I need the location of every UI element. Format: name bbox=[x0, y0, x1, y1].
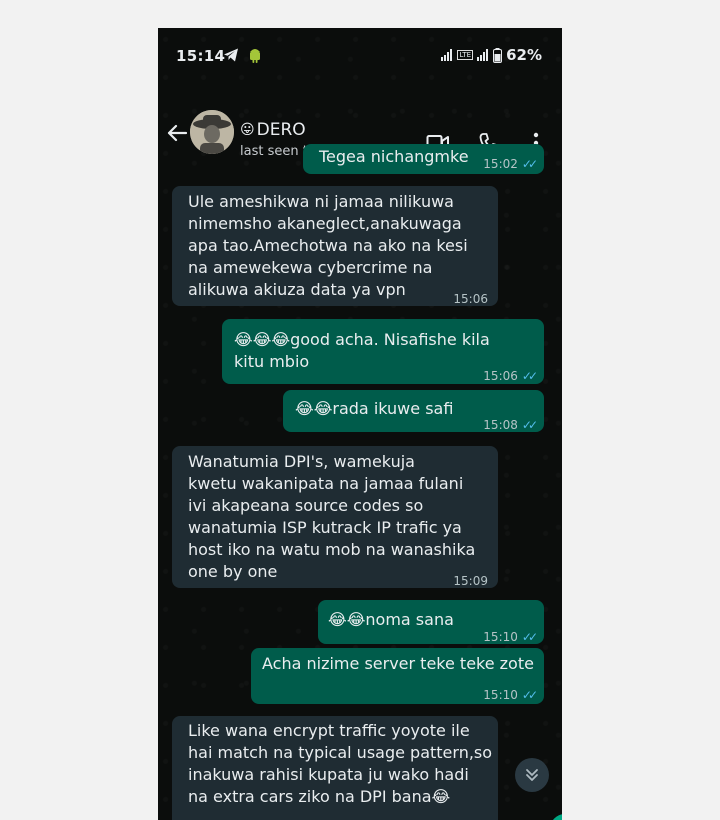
message-text: Acha nizime server teke teke zote bbox=[262, 654, 534, 673]
scroll-to-bottom-button[interactable] bbox=[515, 758, 549, 792]
read-ticks-icon: ✓✓ bbox=[521, 157, 538, 171]
message-meta: 15:02 ✓✓ bbox=[483, 153, 538, 175]
read-ticks-icon: ✓✓ bbox=[521, 688, 538, 702]
message-text: Wanatumia DPI's, wamekuja kwetu wakanipa… bbox=[188, 452, 476, 581]
message-bubble[interactable]: Like wana encrypt traffic yoyote ile hai… bbox=[172, 716, 498, 820]
message-meta: 15:06 ✓✓ bbox=[483, 365, 538, 387]
message-time: 15:10 bbox=[483, 688, 518, 702]
message-bubble[interactable]: Acha nizime server teke teke zote 15:10 … bbox=[251, 648, 544, 704]
message-text: 😂😂rada ikuwe safi bbox=[295, 399, 454, 418]
message-time: 15:02 bbox=[483, 157, 518, 171]
message-bubble[interactable]: Wanatumia DPI's, wamekuja kwetu wakanipa… bbox=[172, 446, 498, 588]
message-time: 15:06 bbox=[483, 369, 518, 383]
message-time: 15:08 bbox=[483, 418, 518, 432]
phone-screen: 15:14 LTE 62% 😛 DERO last seen Tegea nic… bbox=[158, 28, 562, 820]
message-text: Ule ameshikwa ni jamaa nilikuwa nimemsho… bbox=[188, 192, 468, 299]
message-bubble[interactable]: 😂😂noma sana 15:10 ✓✓ bbox=[318, 600, 544, 644]
message-text: Like wana encrypt traffic yoyote ile hai… bbox=[188, 721, 493, 806]
scroll-down-icon bbox=[526, 769, 538, 781]
message-text: 😂😂😂good acha. Nisafishe kila kitu mbio bbox=[234, 330, 490, 371]
message-meta: 15:10 ✓✓ bbox=[483, 684, 538, 706]
message-time: 15:06 bbox=[453, 292, 488, 306]
send-fab-edge[interactable] bbox=[550, 814, 562, 820]
message-meta: 15:09 bbox=[453, 570, 488, 592]
message-text: 😂😂noma sana bbox=[328, 610, 454, 629]
message-meta: 15:06 bbox=[453, 288, 488, 310]
message-meta: 15:08 ✓✓ bbox=[483, 414, 538, 436]
message-bubble[interactable]: 😂😂rada ikuwe safi 15:08 ✓✓ bbox=[283, 390, 544, 432]
message-time: 15:09 bbox=[453, 574, 488, 588]
read-ticks-icon: ✓✓ bbox=[521, 418, 538, 432]
read-ticks-icon: ✓✓ bbox=[521, 369, 538, 383]
message-time: 15:10 bbox=[483, 630, 518, 644]
message-text: Tegea nichangmke bbox=[319, 147, 469, 166]
message-bubble[interactable]: Ule ameshikwa ni jamaa nilikuwa nimemsho… bbox=[172, 186, 498, 306]
message-list: Tegea nichangmke 15:02 ✓✓ Ule ameshikwa … bbox=[158, 28, 562, 820]
read-ticks-icon: ✓✓ bbox=[521, 630, 538, 644]
message-bubble[interactable]: Tegea nichangmke 15:02 ✓✓ bbox=[303, 144, 544, 174]
message-meta: 15:10 ✓✓ bbox=[483, 626, 538, 648]
message-bubble[interactable]: 😂😂😂good acha. Nisafishe kila kitu mbio 1… bbox=[222, 319, 544, 384]
